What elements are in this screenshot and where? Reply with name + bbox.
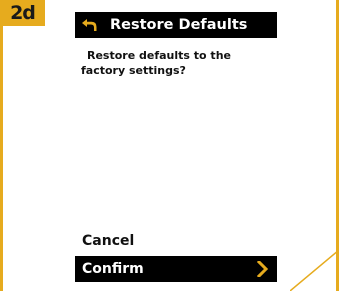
cancel-option[interactable]: Cancel xyxy=(75,228,277,254)
step-badge: 2d xyxy=(0,0,45,26)
cancel-label: Cancel xyxy=(82,233,135,249)
device-screen: Restore Defaults Restore defaults to the… xyxy=(75,12,277,293)
confirm-option[interactable]: Confirm xyxy=(75,256,277,282)
confirmation-message: Restore defaults to the factory settings… xyxy=(81,49,231,77)
title-bar: Restore Defaults xyxy=(75,12,277,38)
device-outline-line xyxy=(290,250,339,291)
back-arrow-icon[interactable] xyxy=(79,16,99,34)
confirm-label: Confirm xyxy=(82,261,144,277)
screen-title: Restore Defaults xyxy=(110,17,248,33)
chevron-right-icon xyxy=(256,259,269,279)
